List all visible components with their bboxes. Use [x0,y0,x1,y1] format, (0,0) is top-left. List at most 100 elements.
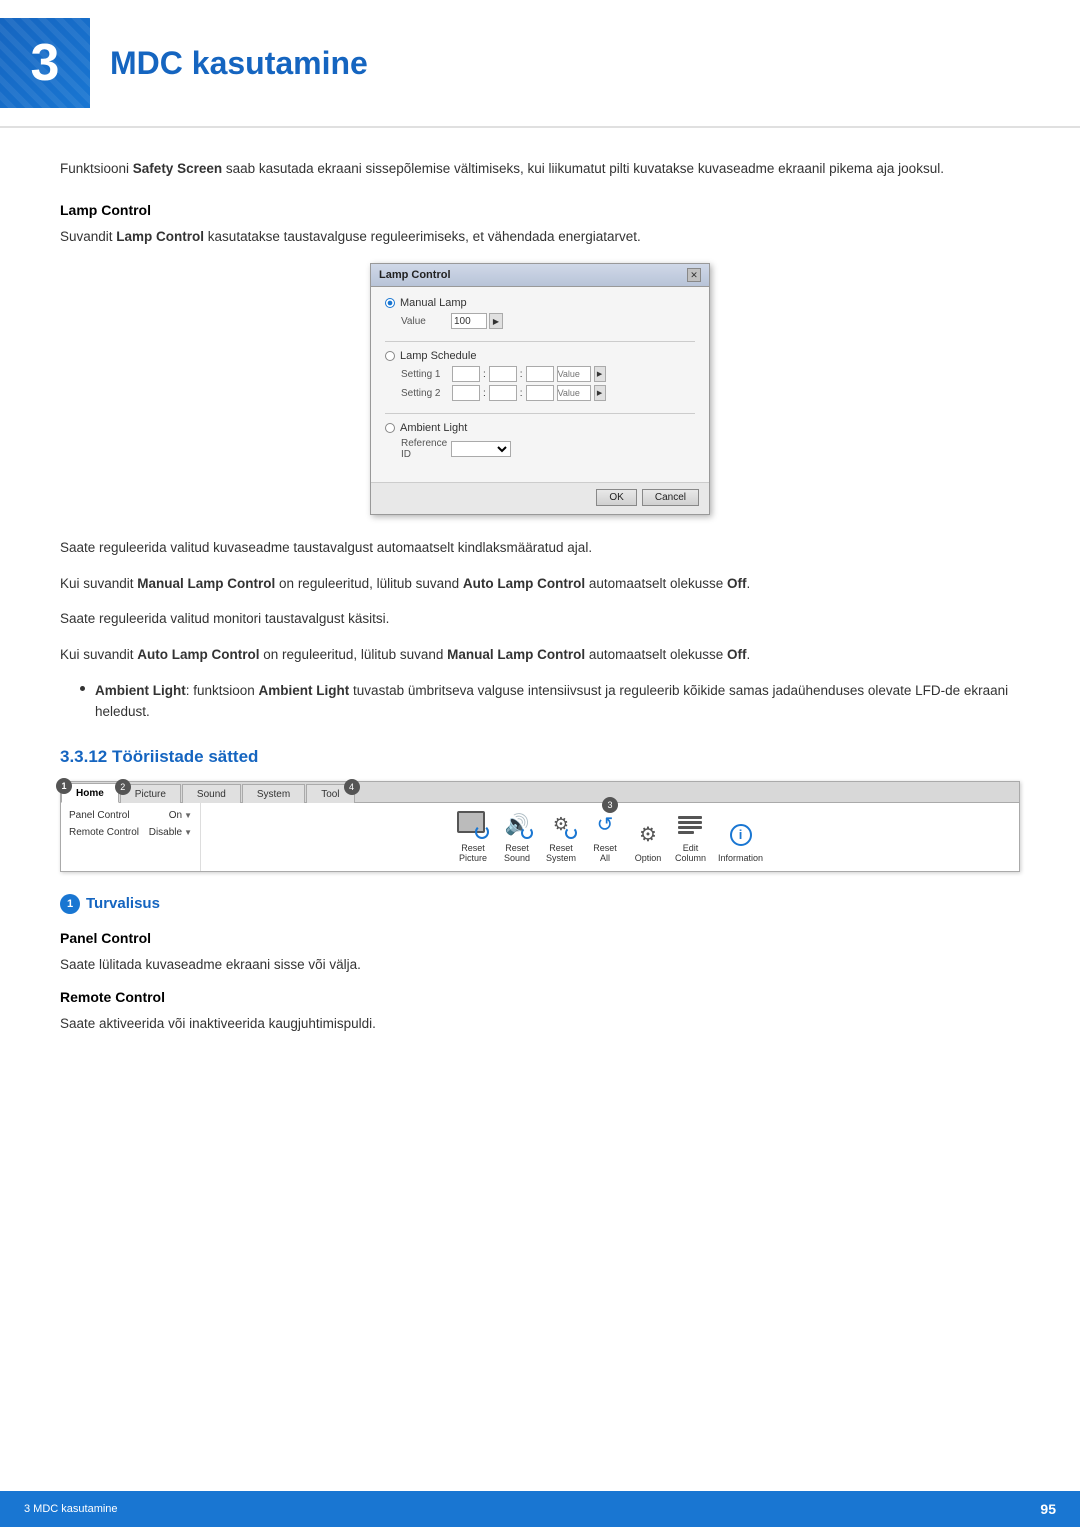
reference-id-label: Reference ID [401,438,451,460]
manual-lamp-section: Manual Lamp Value ▶ [385,297,695,329]
separator-1 [385,341,695,342]
panel-control-row: Panel Control On ▼ [61,807,200,824]
lamp-control-description: Suvandit Lamp Control kasutatakse tausta… [60,226,1020,248]
tab-sound[interactable]: Sound [182,784,241,803]
tool-window: 1 Home 2 Picture Sound System Tool 4 Pan… [60,781,1020,872]
setting1-row: Setting 1 : : ▶ [385,366,695,382]
tool-right-panel: 3 ResetPicture 🔊 [201,803,1019,871]
value-arrow-btn[interactable]: ▶ [489,313,503,329]
setting1-arrow[interactable]: ▶ [594,366,606,382]
information-icon-item[interactable]: i Information [718,821,763,863]
page-footer: 3 MDC kasutamine 95 [0,1491,1080,1527]
setting2-row: Setting 2 : : ▶ [385,385,695,401]
setting1-min[interactable] [489,366,517,382]
manual-lamp-label: Manual Lamp [400,297,467,309]
tool-body: Panel Control On ▼ Remote Control Disabl… [61,803,1019,871]
setting2-arrow[interactable]: ▶ [594,385,606,401]
lamp-schedule-section: Lamp Schedule Setting 1 : : ▶ [385,350,695,401]
reset-picture-label: ResetPicture [459,843,487,863]
footer-left-text: 3 MDC kasutamine [24,1503,118,1515]
badge-1: 1 [56,778,72,794]
badge-2: 2 [115,779,131,795]
reset-sound-label: ResetSound [504,843,530,863]
turvalisus-heading-row: 1 Turvalisus [60,894,1020,914]
ok-button[interactable]: OK [596,489,636,506]
lamp-control-dialog-wrapper: Lamp Control ✕ Manual Lamp Value ▶ [60,263,1020,515]
reset-system-icon-item[interactable]: ⚙ ResetSystem [545,811,577,863]
para-manual-off: Kui suvandit Manual Lamp Control on regu… [60,573,1020,595]
footer-page-number: 95 [1040,1501,1056,1517]
dialog-title: Lamp Control [379,269,451,281]
ambient-light-label: Ambient Light [400,422,467,434]
remote-control-arrow[interactable]: ▼ [184,828,192,837]
option-icon-item[interactable]: ⚙ Option [633,821,663,863]
lamp-schedule-label: Lamp Schedule [400,350,476,362]
tab-system[interactable]: System [242,784,305,803]
ambient-light-section: Ambient Light Reference ID [385,422,695,460]
manual-lamp-radio[interactable] [385,298,395,308]
edit-column-icon-item[interactable]: EditColumn [675,811,706,863]
bullet-dot [80,686,85,691]
tab-picture[interactable]: 2 Picture [120,784,181,803]
lamp-control-heading: Lamp Control [60,202,1020,218]
reset-picture-icon-item[interactable]: ResetPicture [457,811,489,863]
section-3312-heading: 3.3.12 Tööriistade sätted [60,747,1020,767]
panel-control-heading: Panel Control [60,930,1020,946]
remote-control-label: Remote Control [69,827,149,838]
chapter-number-box: 3 [0,18,90,108]
edit-col-icon [678,816,702,834]
edit-column-label: EditColumn [675,843,706,863]
setting2-label: Setting 2 [401,388,449,399]
separator-2 [385,413,695,414]
panel-control-label: Panel Control [69,810,169,821]
value-input[interactable] [451,313,487,329]
para-auto-off: Kui suvandit Auto Lamp Control on regule… [60,644,1020,666]
setting2-min[interactable] [489,385,517,401]
setting2-value[interactable] [557,385,591,401]
tool-tabs-row: 1 Home 2 Picture Sound System Tool 4 [61,782,1019,803]
setting2-hour[interactable] [452,385,480,401]
turvalisus-badge: 1 [60,894,80,914]
dialog-titlebar: Lamp Control ✕ [371,264,709,287]
panel-control-arrow[interactable]: ▼ [184,811,192,820]
lamp-control-dialog: Lamp Control ✕ Manual Lamp Value ▶ [370,263,710,515]
reset-sound-icon-item[interactable]: 🔊 ResetSound [501,811,533,863]
info-icon: i [730,824,752,846]
intro-text: Funktsiooni Safety Screen saab kasutada … [60,158,1020,180]
chapter-number: 3 [31,33,60,93]
setting1-sec[interactable] [526,366,554,382]
ambient-light-radio-row: Ambient Light [385,422,695,434]
manual-lamp-radio-row: Manual Lamp [385,297,695,309]
setting1-value[interactable] [557,366,591,382]
tab-tool[interactable]: Tool 4 [306,784,354,803]
remote-control-text: Saate aktiveerida või inaktiveerida kaug… [60,1013,1020,1035]
remote-control-row: Remote Control Disable ▼ [61,824,200,841]
reset-all-icon-item[interactable]: ↺ ResetAll [589,811,621,863]
lamp-schedule-radio-row: Lamp Schedule [385,350,695,362]
turvalisus-heading: Turvalisus [86,895,160,912]
remote-control-value: Disable [149,827,182,838]
ambient-light-radio[interactable] [385,423,395,433]
ambient-bullet-text: Ambient Light: funktsioon Ambient Light … [95,680,1020,723]
tool-left-panel: Panel Control On ▼ Remote Control Disabl… [61,803,201,871]
badge-4: 4 [344,779,360,795]
panel-control-value: On [169,810,182,821]
dialog-footer: OK Cancel [371,482,709,514]
information-label: Information [718,853,763,863]
setting1-hour[interactable] [452,366,480,382]
ambient-bullet-item: Ambient Light: funktsioon Ambient Light … [80,680,1020,723]
para-auto: Saate reguleerida valitud kuvaseadme tau… [60,537,1020,559]
lamp-schedule-radio[interactable] [385,351,395,361]
setting2-sec[interactable] [526,385,554,401]
tab-home[interactable]: 1 Home [61,783,119,803]
main-content: Funktsiooni Safety Screen saab kasutada … [0,158,1080,1035]
chapter-title: MDC kasutamine [110,45,368,82]
reset-system-label: ResetSystem [546,843,576,863]
setting1-label: Setting 1 [401,369,449,380]
cancel-button[interactable]: Cancel [642,489,699,506]
value-label: Value [401,316,451,327]
dialog-body: Manual Lamp Value ▶ Lamp Schedule [371,287,709,482]
dialog-close-button[interactable]: ✕ [687,268,701,282]
reference-id-select[interactable] [451,441,511,457]
reference-id-row: Reference ID [385,438,695,460]
